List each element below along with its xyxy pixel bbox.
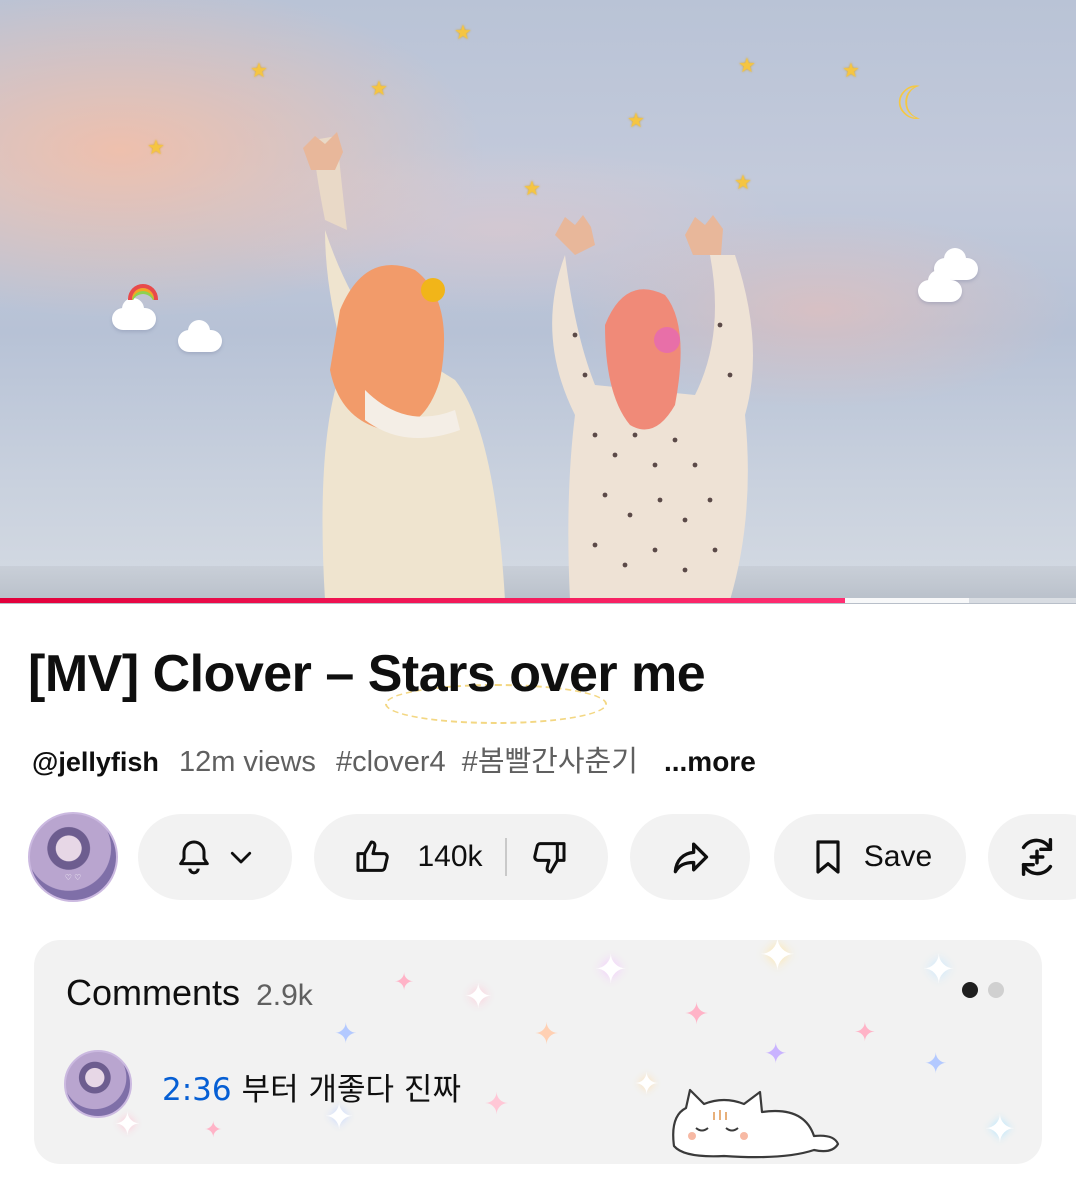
sparkle-icon: ✦: [922, 947, 956, 993]
star-icon: ★: [738, 53, 756, 77]
share-button[interactable]: [630, 814, 750, 900]
sparkle-icon: ✦: [854, 1018, 876, 1048]
dislike-icon[interactable]: [529, 837, 569, 877]
right-person-figure: [552, 215, 753, 600]
comments-title: Comments: [66, 972, 241, 1013]
star-icon: ★: [523, 176, 541, 200]
hashtag[interactable]: #clover4: [336, 746, 446, 778]
sparkle-icon: ✦: [759, 940, 796, 981]
chevron-down-icon: [230, 851, 252, 864]
like-count[interactable]: 140k: [417, 840, 482, 874]
star-icon: ★: [147, 135, 165, 159]
comment-text: 부터 개좋다 진짜: [241, 1072, 461, 1108]
moon-icon: ☾: [895, 76, 937, 130]
star-icon: ★: [454, 20, 472, 44]
star-icon: ★: [734, 170, 752, 194]
cloud-icon: [112, 298, 156, 330]
video-meta-row[interactable]: @jellyfish 12m views #clover4 #봄빨간사춘기 ..…: [32, 738, 756, 780]
pager-dot-active[interactable]: [962, 982, 978, 998]
channel-handle[interactable]: @jellyfish: [32, 747, 159, 777]
sparkle-icon: ✦: [114, 1105, 141, 1143]
left-person-figure: [303, 132, 505, 600]
cloud-icon: [178, 320, 222, 352]
video-details-sheet: [MV] Clover – Stars over me @jellyfish 1…: [0, 604, 1076, 1200]
sparkle-icon: ✦: [484, 1087, 510, 1122]
bookmark-icon: [816, 840, 840, 874]
star-icon: ★: [370, 76, 388, 100]
top-comment[interactable]: 2:36 부터 개좋다 진짜: [162, 1064, 461, 1109]
video-player[interactable]: ★ ★ ★ ★ ★ ★ ★ ★ ★ ☾: [0, 0, 1076, 604]
sparkle-icon: ✦: [334, 1017, 358, 1050]
star-icon: ★: [250, 58, 268, 82]
comments-count: 2.9k: [256, 979, 313, 1012]
save-button[interactable]: Save: [774, 814, 966, 900]
like-dislike-group: 140k: [314, 814, 608, 900]
progress-played: [0, 598, 845, 603]
rainbow-icon: [128, 284, 158, 300]
sparkle-icon: ✦: [764, 1037, 788, 1070]
remix-icon: [1021, 838, 1053, 876]
channel-avatar[interactable]: ♡ ♡: [28, 812, 118, 902]
action-bar: ♡ ♡ 140k Save: [0, 812, 1076, 902]
share-icon: [673, 842, 709, 874]
sparkle-icon: ✦: [924, 1047, 948, 1080]
sparkle-icon: ✦: [394, 968, 415, 996]
divider: [504, 838, 507, 876]
star-icon: ★: [842, 58, 860, 82]
sparkle-icon: ✦: [534, 1017, 560, 1052]
pager-dot[interactable]: [988, 982, 1004, 998]
progress-buffered: [845, 598, 969, 603]
more-link[interactable]: ...more: [664, 746, 756, 777]
subscribe-bell-button[interactable]: [138, 814, 292, 900]
comment-timestamp-link[interactable]: 2:36: [162, 1072, 232, 1108]
sparkle-icon: ✦: [464, 977, 493, 1017]
comments-card[interactable]: ✦ ✦ ✦ ✦ ✦ ✦ ✦ ✦ ✦ ✦ ✦ ✦ ✦ ✦ ✦ ✦ ✦ Commen…: [34, 940, 1042, 1164]
cloud-icon: [918, 270, 962, 302]
progress-bar[interactable]: [0, 598, 1076, 603]
sparkle-icon: ✦: [634, 1067, 660, 1102]
like-icon[interactable]: [353, 837, 393, 877]
sparkle-icon: ✦: [684, 997, 710, 1032]
comments-header: Comments 2.9k: [66, 972, 313, 1014]
sleeping-cat-sticker: [672, 1088, 840, 1159]
sparkle-icon: ✦: [204, 1118, 223, 1143]
bell-icon: [179, 840, 209, 875]
commenter-avatar[interactable]: [64, 1050, 132, 1118]
sparkle-icon: ✦: [984, 1107, 1016, 1151]
video-title[interactable]: [MV] Clover – Stars over me: [28, 644, 706, 704]
view-count: 12m views: [178, 746, 316, 778]
hashtag[interactable]: #봄빨간사춘기: [462, 746, 638, 778]
star-icon: ★: [627, 108, 645, 132]
save-label: Save: [863, 840, 933, 873]
remix-button[interactable]: [988, 814, 1076, 900]
sparkle-icon: ✦: [594, 947, 628, 993]
comments-pager: [962, 982, 1004, 998]
